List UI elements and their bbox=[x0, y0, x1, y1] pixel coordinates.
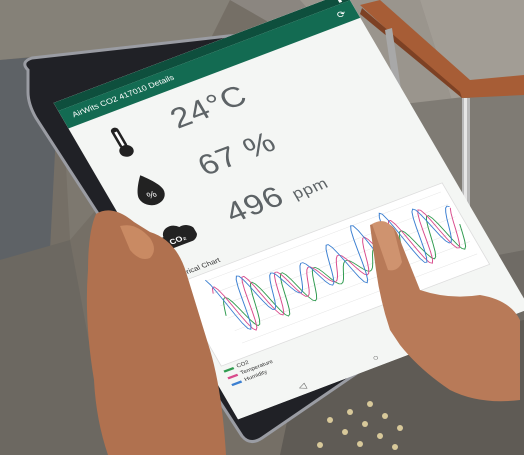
photo-scene: ▮ AirWits CO2 417010 Details ⟳ 24°C % 67… bbox=[0, 0, 524, 455]
hands bbox=[86, 210, 520, 455]
